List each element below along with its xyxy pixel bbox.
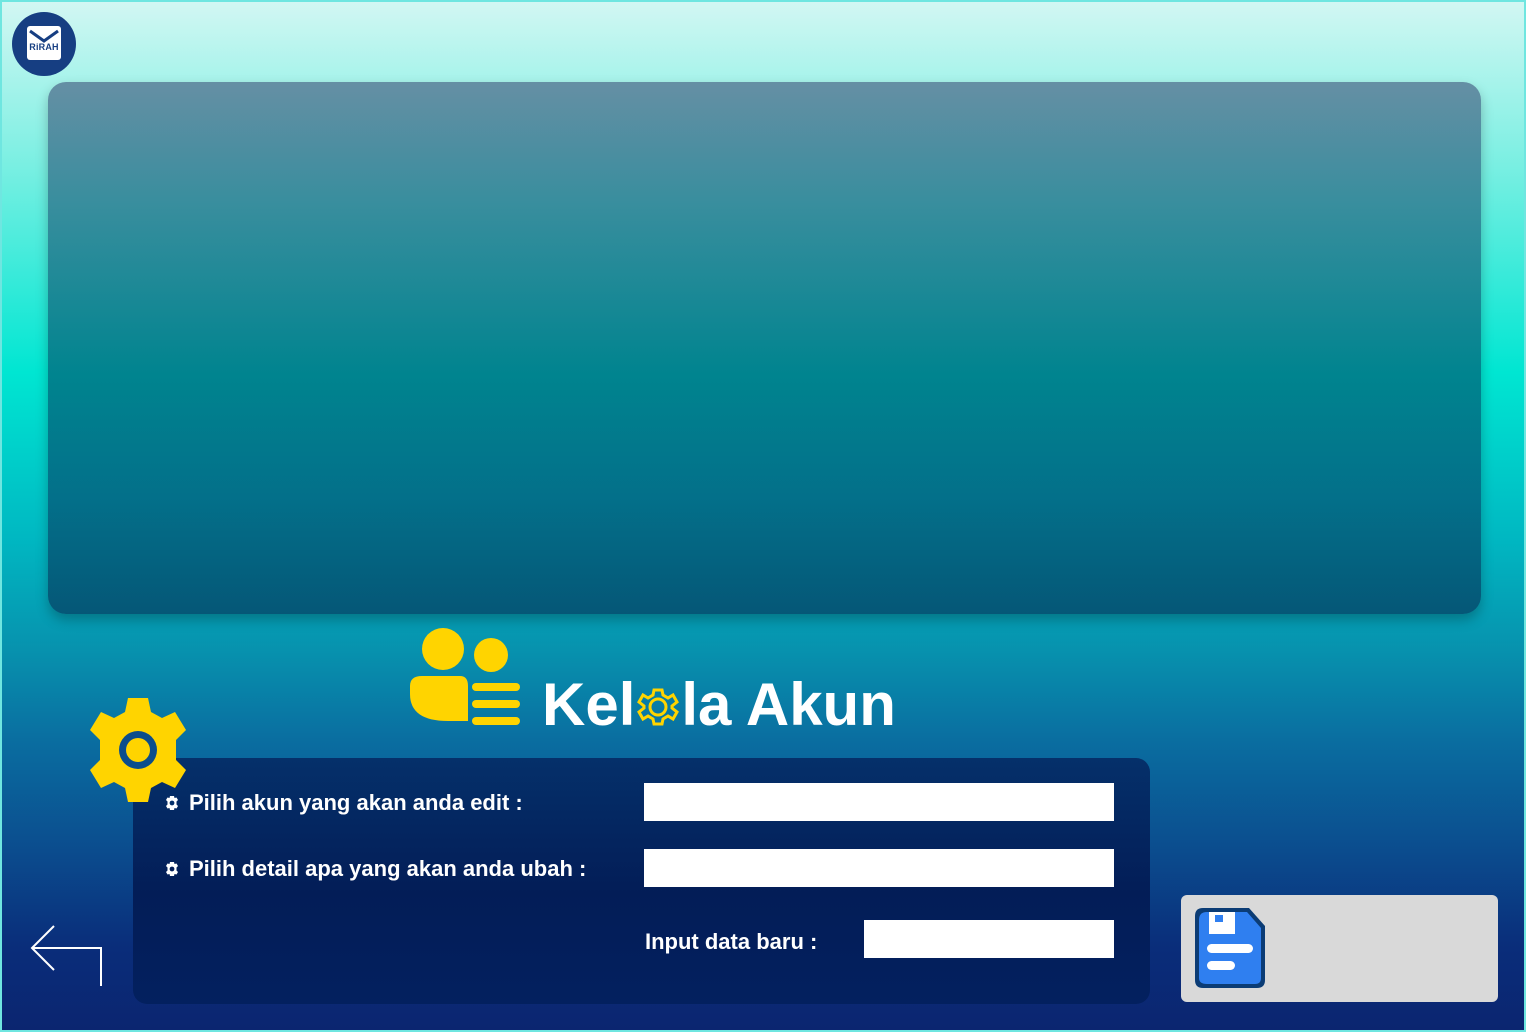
content-display-panel [48, 82, 1481, 614]
small-gear-icon [166, 796, 178, 810]
app-window: RiRAH Kel la Akun Pilih akun yang akan a… [0, 0, 1526, 1032]
back-arrow-icon[interactable] [28, 924, 108, 990]
floppy-disk-icon [1195, 908, 1265, 988]
page-header: Kel la Akun [408, 624, 928, 738]
detail-select-field[interactable] [644, 849, 1114, 887]
detail-select-label: Pilih detail apa yang akan anda ubah : [164, 855, 586, 883]
new-data-input[interactable] [864, 920, 1114, 958]
account-select-field[interactable] [644, 783, 1114, 821]
users-manage-icon [410, 628, 520, 725]
page-title: Kel la Akun [542, 671, 896, 738]
small-gear-icon [166, 862, 178, 876]
save-button[interactable] [1181, 895, 1498, 1002]
account-select-label: Pilih akun yang akan anda edit : [164, 789, 523, 817]
logo-text: RiRAH [29, 42, 59, 52]
gear-o-icon [637, 688, 680, 726]
settings-gear-icon [90, 698, 186, 802]
app-logo[interactable]: RiRAH [12, 12, 76, 76]
new-data-label: Input data baru : [645, 929, 818, 954]
